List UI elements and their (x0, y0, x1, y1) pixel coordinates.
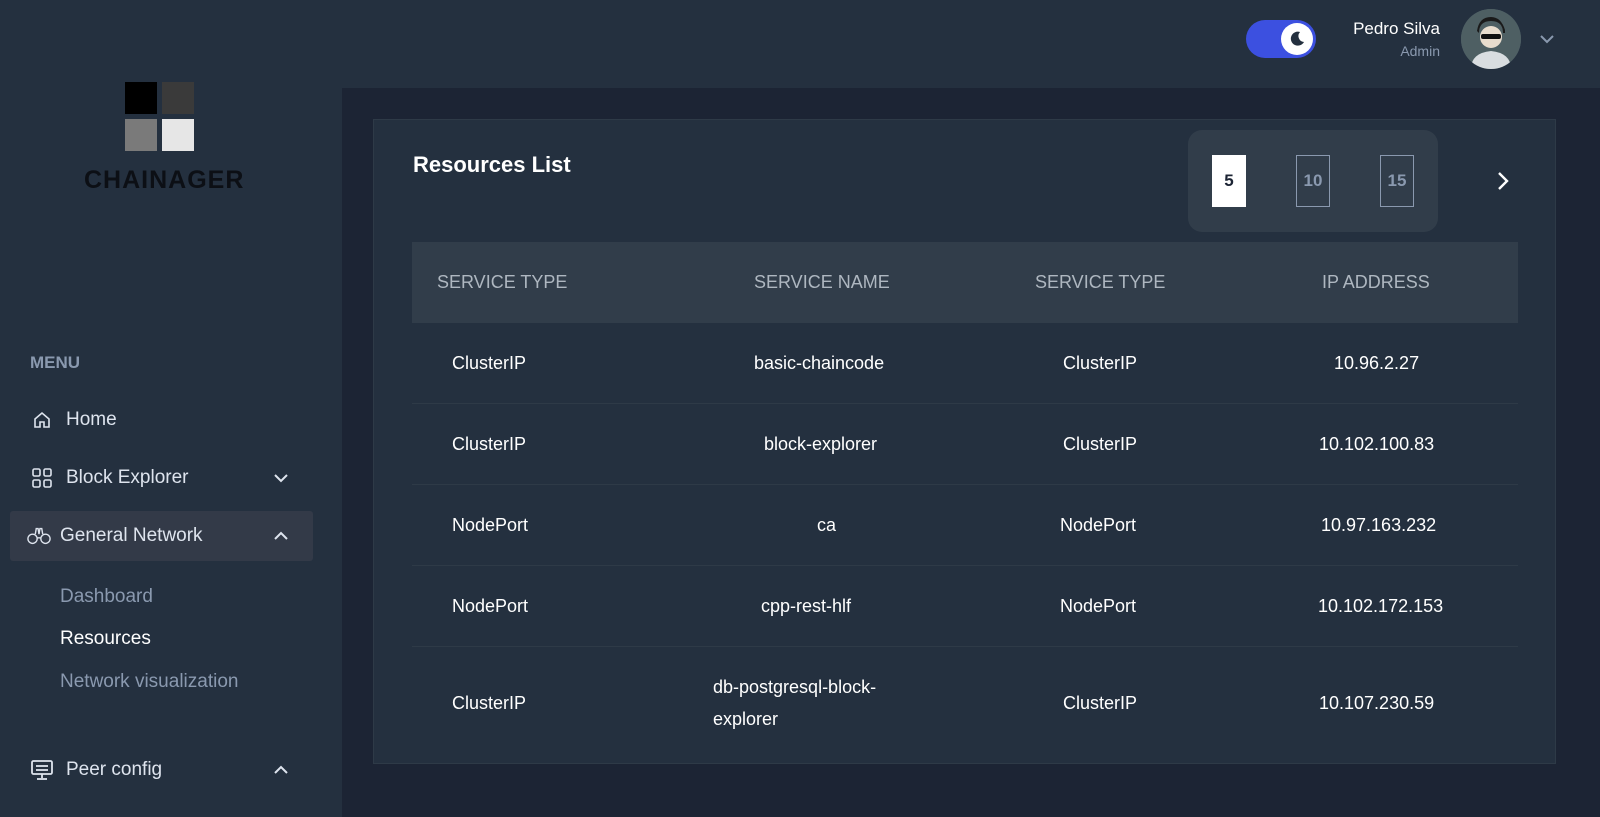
logo-mark (125, 82, 195, 152)
sidebar-item-peer-config[interactable]: Peer config (10, 745, 313, 795)
page-size-selector: 5 10 15 (1188, 130, 1438, 232)
cell-service-name-continued: explorer (713, 709, 779, 729)
chevron-down-icon (274, 474, 288, 483)
cell-service-type-2: NodePort (1060, 596, 1137, 616)
sidebar-item-home[interactable]: Home (10, 395, 313, 445)
sidebar-item-label: Home (66, 409, 117, 430)
cell-service-type: ClusterIP (452, 434, 527, 454)
column-header[interactable]: IP ADDRESS (1322, 272, 1430, 293)
cell-ip-address: 10.107.230.59 (1319, 693, 1435, 713)
monitor-icon (30, 758, 54, 782)
table-row[interactable]: NodePort cpp-rest-hlf NodePort 10.102.17… (412, 566, 1518, 647)
page-size-10-button[interactable]: 10 (1296, 155, 1330, 207)
cell-ip-address: 10.97.163.232 (1321, 515, 1437, 535)
cell-service-type-2: ClusterIP (1063, 693, 1138, 713)
chevron-down-icon[interactable] (1537, 29, 1557, 49)
brand-name: CHAINAGER (84, 166, 245, 194)
cell-service-type-2: NodePort (1060, 515, 1137, 535)
grid-icon (30, 466, 54, 490)
sidebar-item-label: Block Explorer (66, 467, 189, 488)
page-title: Resources List (413, 152, 571, 177)
avatar[interactable] (1461, 9, 1521, 69)
cell-service-name: basic-chaincode (754, 353, 885, 373)
cell-ip-address: 10.96.2.27 (1334, 353, 1420, 373)
table-row[interactable]: ClusterIP block-explorer ClusterIP 10.10… (412, 404, 1518, 485)
resources-card: Resources List 5 10 15 SERVICE TYPE SERV… (373, 119, 1556, 764)
column-header[interactable]: SERVICE TYPE (1035, 272, 1165, 293)
sidebar-item-label: Peer config (66, 759, 163, 780)
user-name: Pedro Silva (1353, 19, 1440, 38)
sidebar-item-block-explorer[interactable]: Block Explorer (10, 453, 313, 503)
page-size-15-button[interactable]: 15 (1380, 155, 1414, 207)
cell-ip-address: 10.102.172.153 (1318, 596, 1444, 616)
user-role: Admin (1400, 43, 1440, 59)
cell-service-type: ClusterIP (452, 693, 527, 713)
table-row[interactable]: ClusterIP basic-chaincode ClusterIP 10.9… (412, 323, 1518, 404)
table-row[interactable]: ClusterIP db-postgresql-block- explorer … (412, 647, 1518, 760)
cell-service-name: db-postgresql-block- (713, 677, 877, 697)
page-size-5-button[interactable]: 5 (1212, 155, 1246, 207)
cell-service-name: block-explorer (764, 434, 878, 454)
sidebar-subitem-network-visualization[interactable]: Network visualization (60, 671, 238, 693)
binoculars-icon (27, 524, 51, 548)
home-icon (30, 408, 54, 432)
sidebar-item-label: General Network (60, 525, 203, 546)
sidebar-item-general-network[interactable]: General Network (10, 511, 313, 561)
table-row[interactable]: NodePort ca NodePort 10.97.163.232 (412, 485, 1518, 566)
cell-service-type: NodePort (452, 515, 529, 535)
brand-logo[interactable]: CHAINAGER (84, 80, 244, 200)
dark-mode-toggle[interactable] (1246, 20, 1316, 58)
cell-service-name: ca (817, 515, 837, 535)
sidebar-subitem-dashboard[interactable]: Dashboard (60, 586, 153, 608)
column-header[interactable]: SERVICE TYPE (437, 272, 567, 293)
cell-service-type-2: ClusterIP (1063, 434, 1138, 454)
cell-service-name: cpp-rest-hlf (761, 596, 852, 616)
cell-service-type: ClusterIP (452, 353, 527, 373)
column-header[interactable]: SERVICE NAME (754, 272, 890, 293)
cell-service-type-2: ClusterIP (1063, 353, 1138, 373)
chevron-up-icon (274, 531, 288, 540)
sidebar-subitem-resources[interactable]: Resources (60, 628, 151, 650)
cell-service-type: NodePort (452, 596, 529, 616)
chevron-right-icon[interactable] (1492, 168, 1514, 194)
cell-ip-address: 10.102.100.83 (1319, 434, 1435, 454)
moon-icon (1281, 23, 1313, 55)
sidebar: CHAINAGER MENU Home Block Explorer Gener… (0, 0, 342, 817)
table-header: SERVICE TYPE SERVICE NAME SERVICE TYPE I… (412, 242, 1518, 323)
menu-heading: MENU (30, 353, 81, 372)
chevron-up-icon (274, 765, 288, 774)
